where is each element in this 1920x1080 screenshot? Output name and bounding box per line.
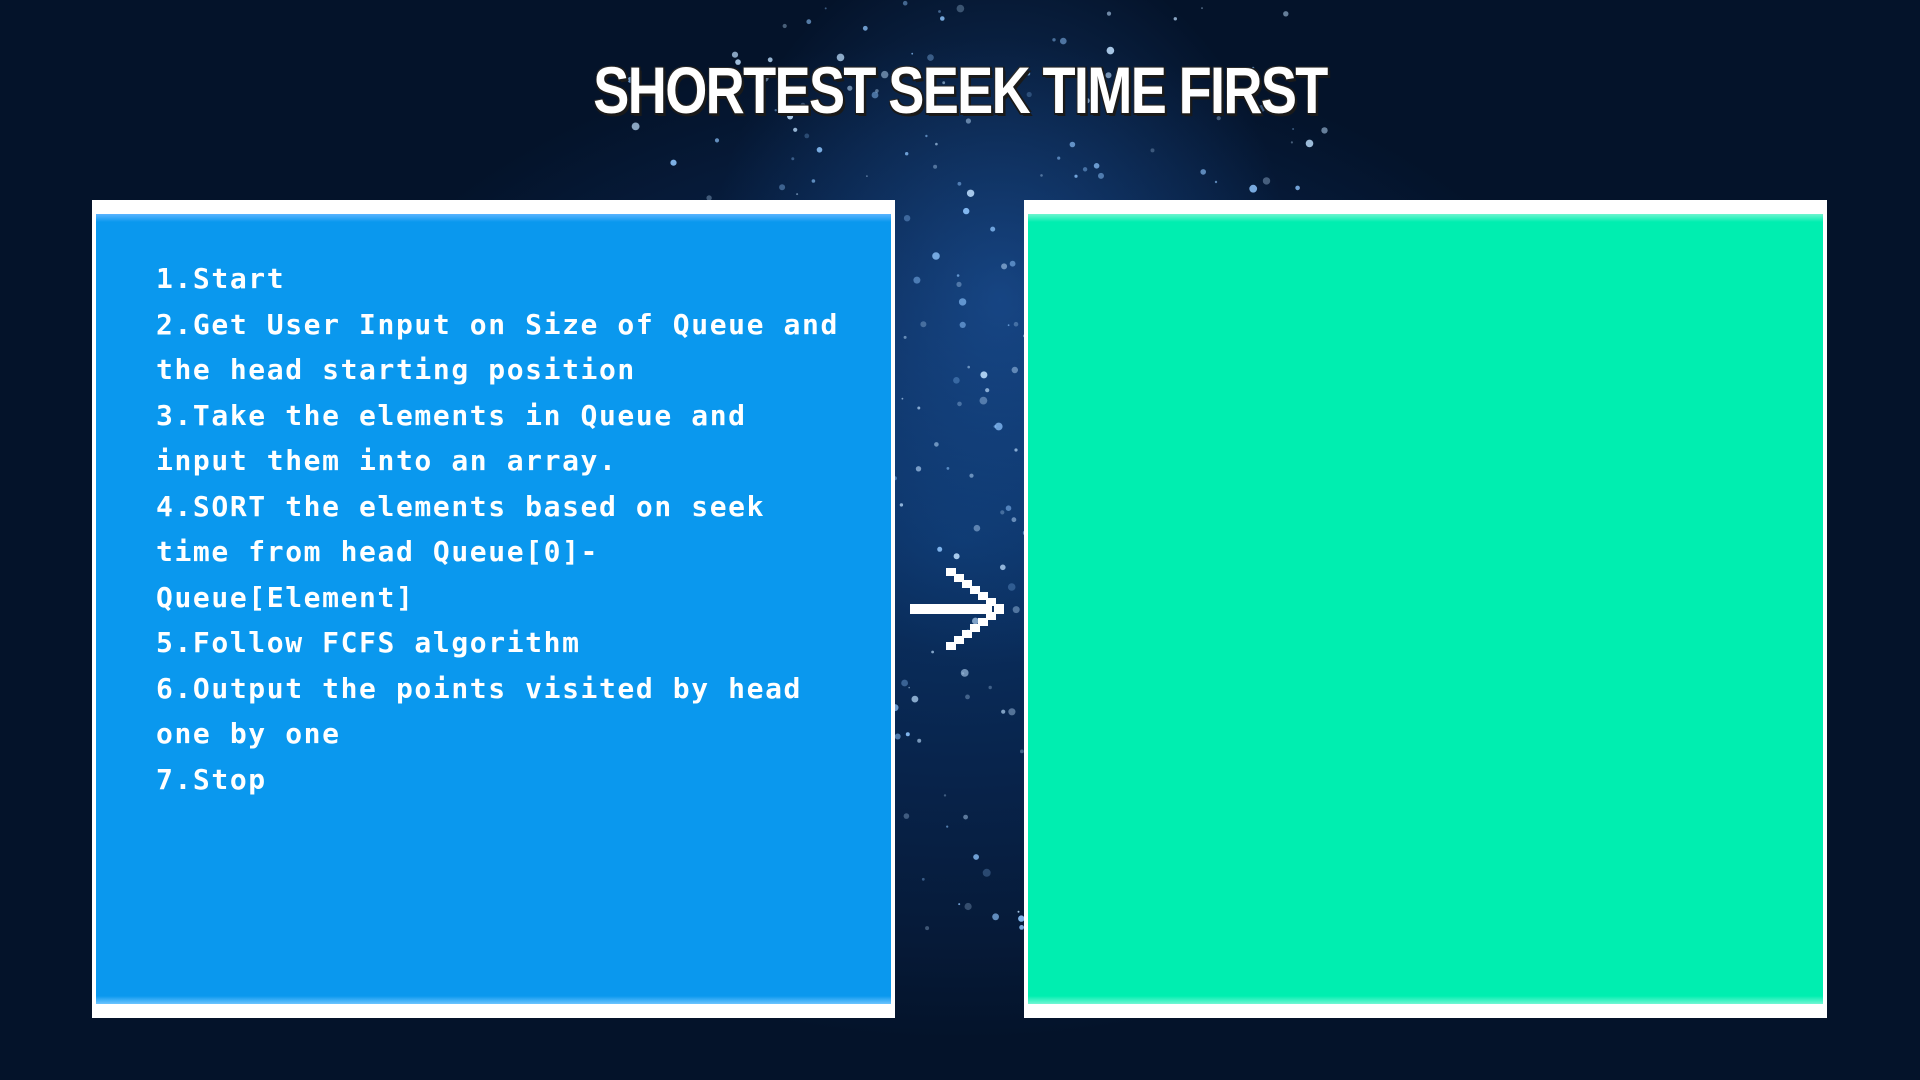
algorithm-steps-panel-body: 1.Start 2.Get User Input on Size of Queu… (96, 214, 891, 1004)
output-panel-body (1028, 214, 1823, 1004)
step-follow-fcfs: 5.Follow FCFS algorithm (156, 626, 581, 659)
step-start: 1.Start (156, 262, 286, 295)
algorithm-steps-panel: 1.Start 2.Get User Input on Size of Queu… (92, 200, 895, 1018)
step-sort-elements: 4.SORT the elements based on seek time f… (156, 489, 766, 614)
step-stop: 7.Stop (156, 762, 267, 796)
output-panel (1024, 200, 1827, 1018)
algorithm-steps-list: 1.Start 2.Get User Input on Size of Queu… (156, 256, 856, 802)
step-take-elements: 3.Take the elements in Queue and input t… (156, 398, 747, 478)
slide-title: SHORTEST SEEK TIME FIRST (593, 53, 1328, 127)
step-output-points: 6.Output the points visited by head one … (156, 671, 803, 751)
step-get-input: 2.Get User Input on Size of Queue and th… (156, 307, 839, 387)
arrow-right-icon (910, 568, 1004, 650)
